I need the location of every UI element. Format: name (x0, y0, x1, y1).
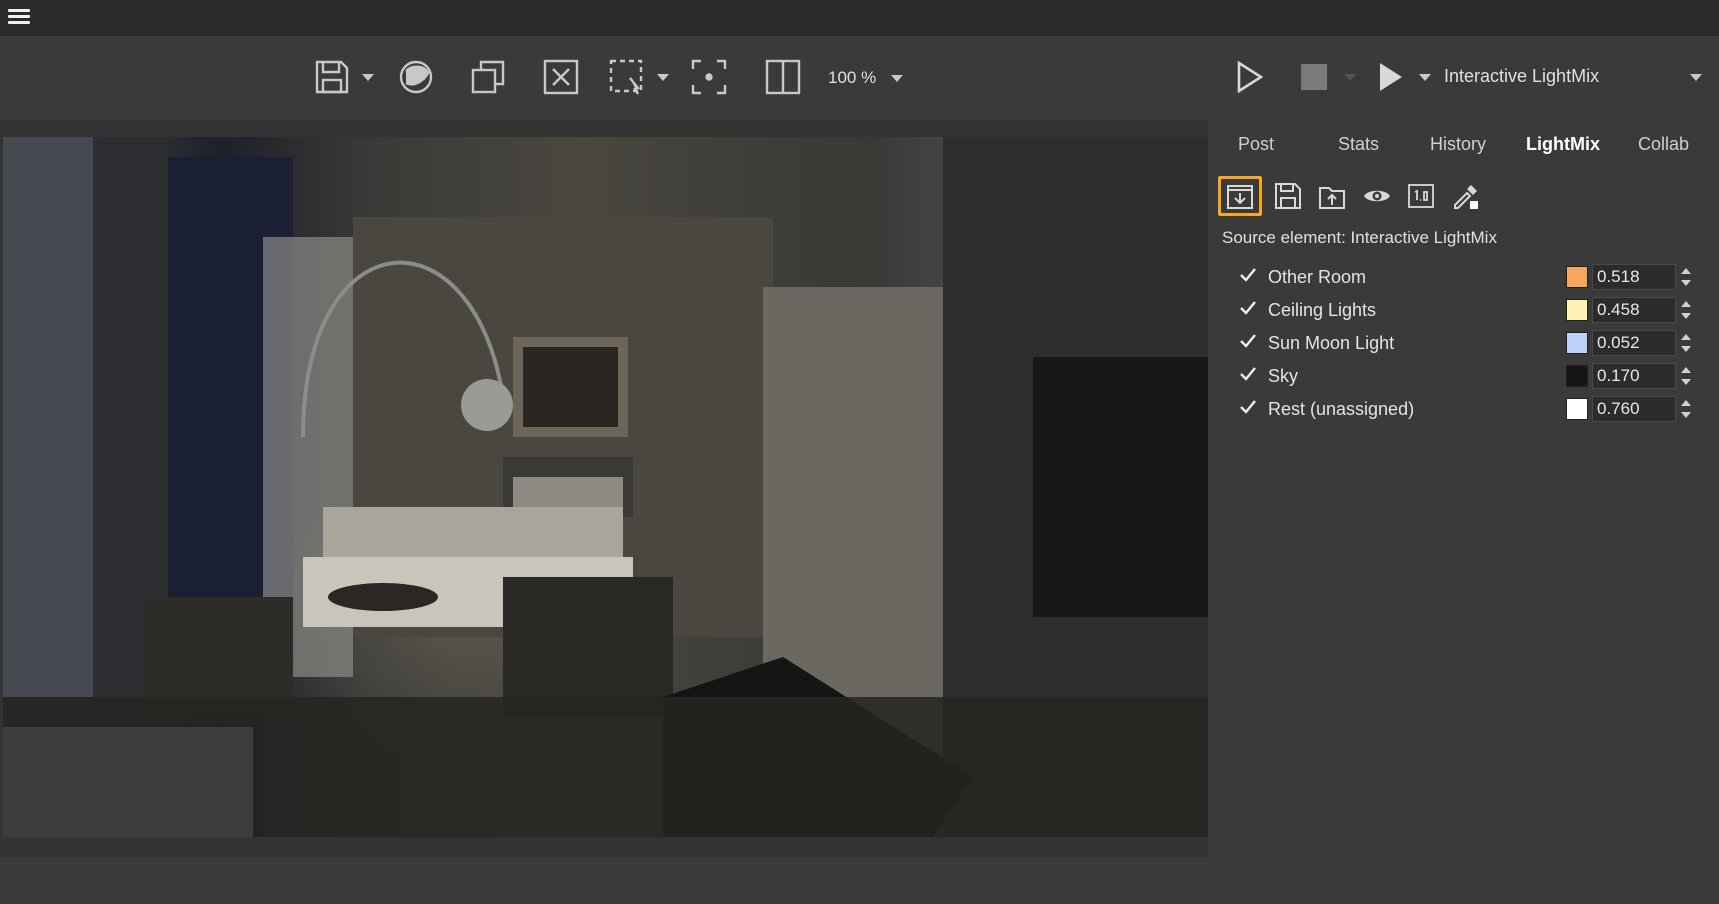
light-color-swatch[interactable] (1566, 332, 1588, 354)
zoom-level-label: 100 % (828, 68, 877, 87)
copy-icon[interactable] (467, 56, 509, 98)
light-name: Sun Moon Light (1268, 333, 1395, 353)
color-picker-icon[interactable] (1444, 176, 1488, 216)
render-viewport[interactable] (0, 120, 1208, 857)
light-color-swatch[interactable] (1566, 299, 1588, 321)
preview-eye-icon[interactable] (1355, 176, 1399, 216)
light-checkbox[interactable] (1238, 331, 1258, 351)
light-checkbox[interactable] (1238, 298, 1258, 318)
tab-lightmix[interactable]: LightMix (1526, 134, 1600, 155)
light-intensity-stepper[interactable] (1678, 396, 1694, 422)
light-intensity-stepper[interactable] (1678, 297, 1694, 323)
light-name: Sky (1268, 366, 1299, 386)
interactive-render-icon[interactable] (1369, 56, 1411, 98)
load-lightmix-button[interactable] (1218, 176, 1262, 216)
panel-tabs: Post Stats History LightMix Collab (1208, 134, 1719, 164)
light-checkbox[interactable] (1238, 397, 1258, 417)
list-item: Other Room (1208, 262, 1719, 292)
rendered-image (3, 137, 1208, 837)
light-name: Other Room (1268, 267, 1367, 287)
light-intensity-input[interactable] (1592, 297, 1676, 323)
render-sphere-icon[interactable] (395, 56, 437, 98)
light-checkbox[interactable] (1238, 364, 1258, 384)
tab-stats[interactable]: Stats (1338, 134, 1379, 155)
interactive-dropdown-caret-icon[interactable] (1419, 74, 1431, 81)
light-intensity-stepper[interactable] (1678, 330, 1694, 356)
region-dropdown-caret-icon[interactable] (657, 74, 669, 81)
light-intensity-stepper[interactable] (1678, 363, 1694, 389)
light-name: Rest (unassigned) (1268, 399, 1415, 419)
focus-center-icon[interactable] (688, 56, 730, 98)
status-bar (0, 878, 1719, 904)
main-toolbar: 100 % Interactive LightMix (0, 36, 1719, 120)
light-color-swatch[interactable] (1566, 398, 1588, 420)
stop-dropdown-caret-icon[interactable] (1344, 74, 1356, 81)
list-item: Ceiling Lights (1208, 295, 1719, 325)
tab-history[interactable]: History (1430, 134, 1486, 155)
save-icon[interactable] (311, 56, 353, 98)
reset-values-icon[interactable] (1399, 176, 1443, 216)
light-intensity-input[interactable] (1592, 264, 1676, 290)
render-source-label: Interactive LightMix (1444, 66, 1600, 86)
save-lightmix-icon[interactable] (1266, 176, 1310, 216)
list-item: Sun Moon Light (1208, 328, 1719, 358)
stop-render-icon[interactable] (1293, 56, 1335, 98)
split-view-icon[interactable] (762, 56, 804, 98)
tab-post[interactable]: Post (1238, 134, 1274, 155)
export-lightmix-icon[interactable] (1310, 176, 1354, 216)
hamburger-menu-icon[interactable] (8, 6, 32, 28)
light-intensity-input[interactable] (1592, 396, 1676, 422)
title-bar (0, 0, 1719, 36)
save-dropdown-caret-icon[interactable] (362, 74, 374, 81)
source-element-label: Source element: Interactive LightMix (1222, 228, 1497, 247)
chevron-down-icon (890, 75, 903, 83)
light-name: Ceiling Lights (1268, 300, 1377, 320)
list-item: Sky (1208, 361, 1719, 391)
chevron-down-icon (1690, 74, 1702, 81)
tab-collab[interactable]: Collab (1638, 134, 1689, 155)
light-color-swatch[interactable] (1566, 365, 1588, 387)
light-intensity-stepper[interactable] (1678, 264, 1694, 290)
render-source-dropdown[interactable]: Interactive LightMix (1444, 66, 1704, 87)
zoom-level-dropdown[interactable]: 100 % (828, 68, 903, 88)
start-render-icon[interactable] (1228, 56, 1270, 98)
light-intensity-input[interactable] (1592, 330, 1676, 356)
light-color-swatch[interactable] (1566, 266, 1588, 288)
clear-image-icon[interactable] (540, 56, 582, 98)
side-panel: Post Stats History LightMix Collab Sourc… (1208, 120, 1719, 878)
region-select-icon[interactable] (606, 56, 648, 98)
list-item: Rest (unassigned) (1208, 394, 1719, 424)
light-intensity-input[interactable] (1592, 363, 1676, 389)
light-checkbox[interactable] (1238, 265, 1258, 285)
